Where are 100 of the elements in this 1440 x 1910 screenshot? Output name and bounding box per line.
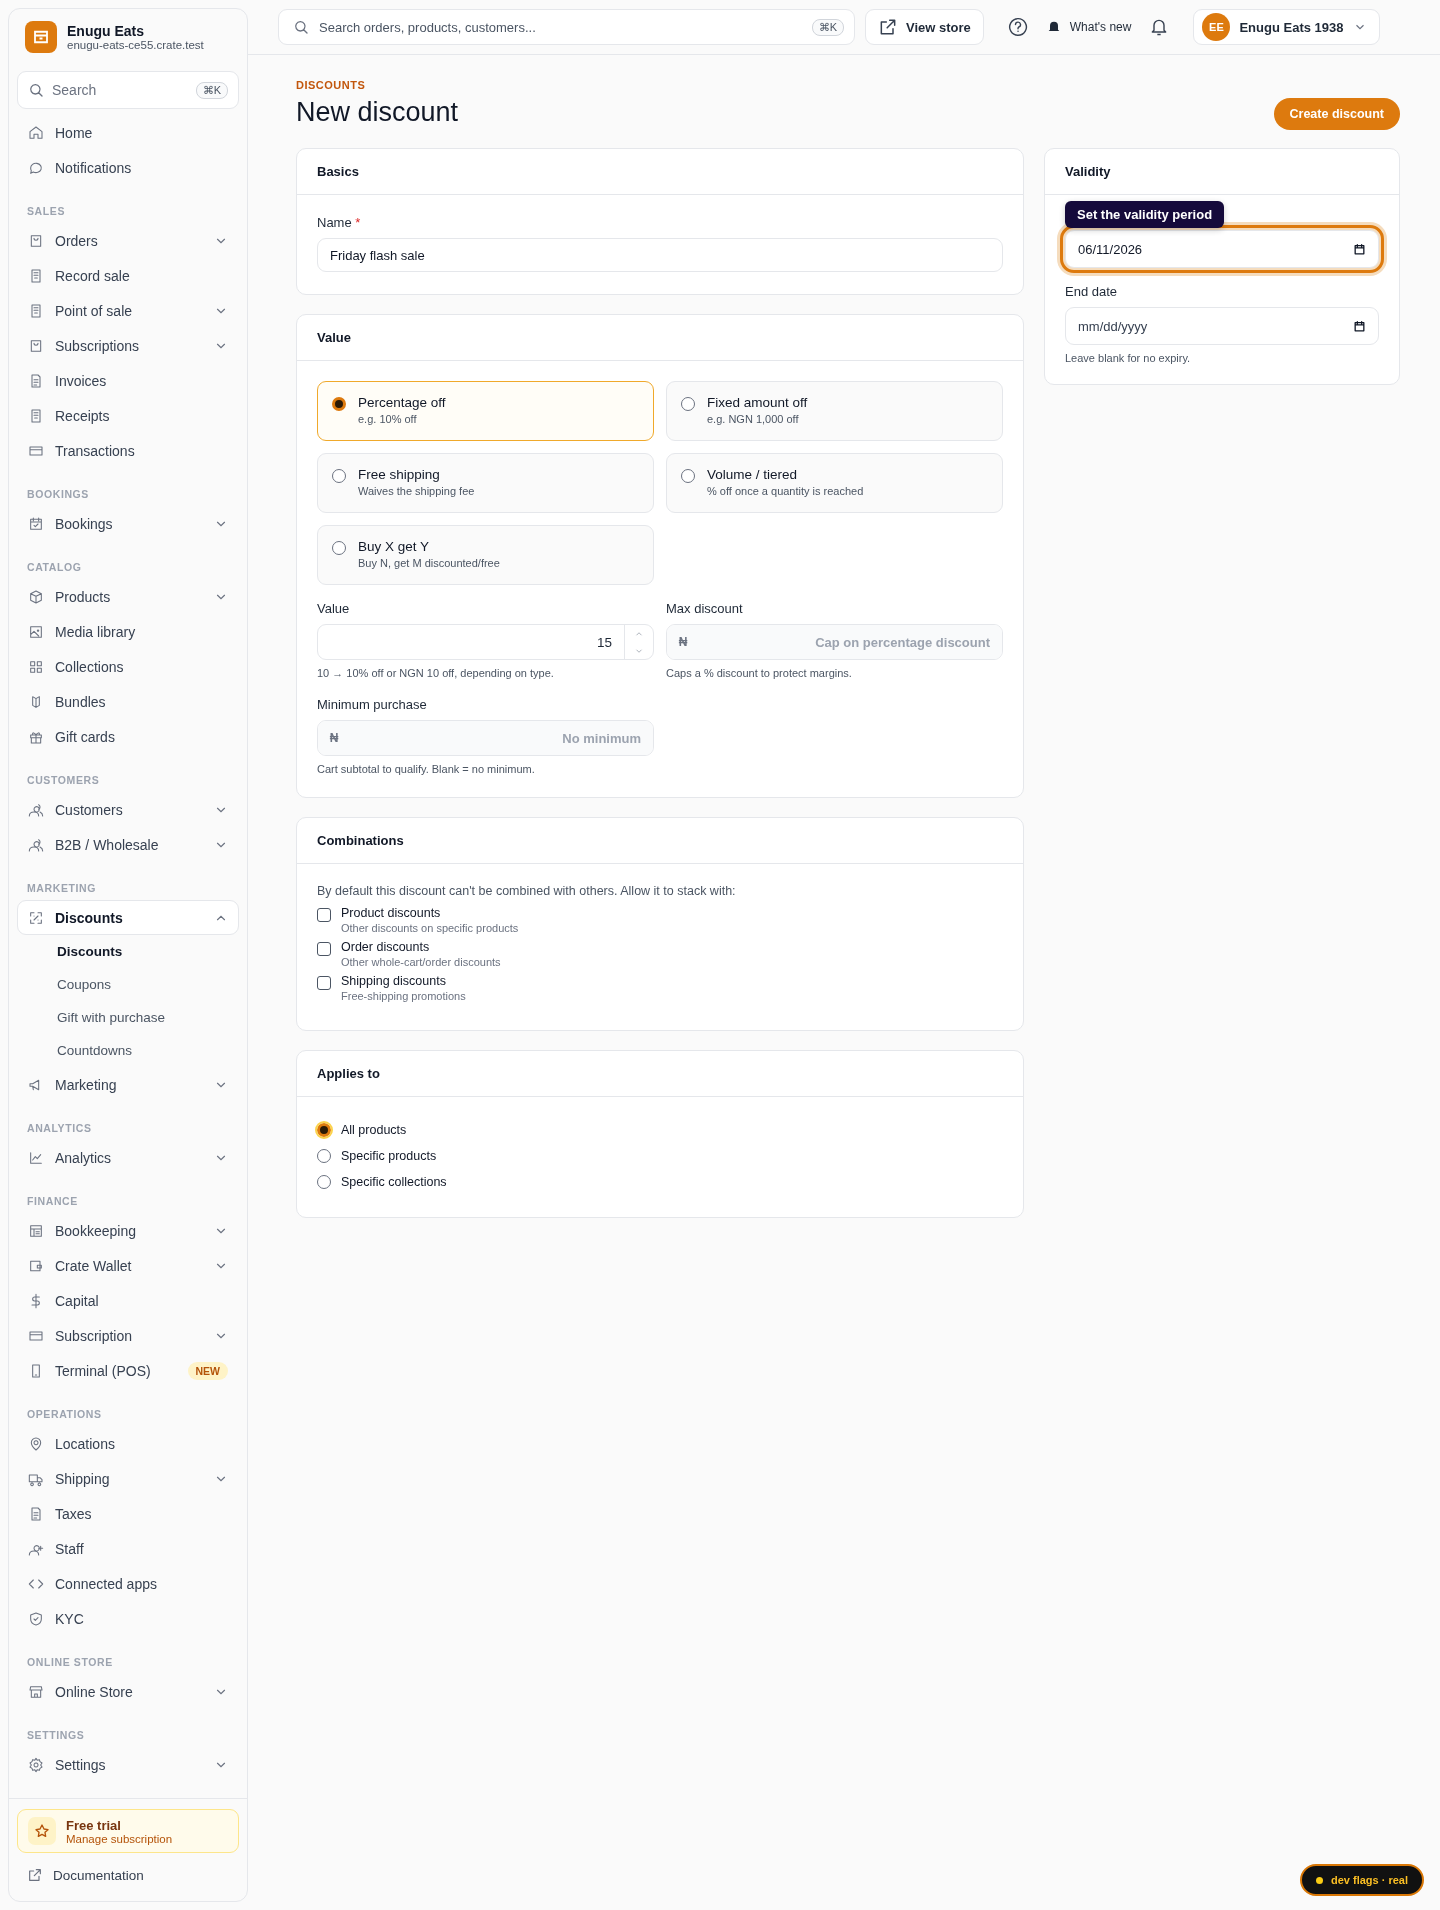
nav-item[interactable]: Taxes: [17, 1496, 239, 1531]
avatar: EE: [1202, 13, 1231, 41]
option-hint: Other whole-cart/order discounts: [341, 956, 501, 968]
option-hint: Waives the shipping fee: [358, 485, 475, 497]
checkbox[interactable]: [317, 908, 331, 922]
nav-item[interactable]: Subscriptions: [17, 328, 239, 363]
nav-item[interactable]: Bookkeeping: [17, 1213, 239, 1248]
minimum-purchase-field[interactable]: ₦ No minimum: [317, 720, 654, 756]
external-link-icon: [27, 1867, 43, 1883]
nav-item[interactable]: Analytics: [17, 1140, 239, 1175]
document-icon: [28, 372, 44, 389]
nav-item[interactable]: Products: [17, 579, 239, 614]
radio-button[interactable]: [317, 1149, 331, 1163]
nav-item[interactable]: Staff: [17, 1531, 239, 1566]
external-link-icon: [878, 17, 898, 37]
nav-item[interactable]: Notifications: [17, 150, 239, 185]
discount-type-option[interactable]: Fixed amount off e.g. NGN 1,000 off: [666, 381, 1003, 441]
discount-type-option[interactable]: Percentage off e.g. 10% off: [317, 381, 654, 441]
max-discount-field[interactable]: ₦ Cap on percentage discount: [666, 624, 1003, 660]
option-hint: Buy N, get M discounted/free: [358, 557, 500, 569]
section-heading: SALES: [26, 204, 66, 219]
view-store-button[interactable]: View store: [865, 9, 984, 45]
nav-item[interactable]: Bundles: [17, 684, 239, 719]
account-menu[interactable]: EE Enugu Eats 1938: [1193, 9, 1380, 45]
nav-item[interactable]: Marketing: [17, 1067, 239, 1102]
whats-new-button[interactable]: What's new: [1037, 9, 1140, 45]
radio-button[interactable]: [332, 541, 346, 555]
checkbox-label: Shipping discounts: [341, 974, 447, 988]
section-heading: FINANCE: [26, 1194, 79, 1209]
value-field[interactable]: 15: [317, 624, 654, 660]
nav-item[interactable]: Receipts: [17, 398, 239, 433]
pin-icon: [28, 1435, 44, 1452]
nav-item[interactable]: Media library: [17, 614, 239, 649]
bag-icon: [28, 232, 44, 249]
nav-item[interactable]: Connected apps: [17, 1566, 239, 1601]
calendar-icon: [28, 515, 44, 532]
sub-nav-item[interactable]: Countdowns: [17, 1034, 239, 1067]
radio-button[interactable]: [332, 469, 346, 483]
nav-item[interactable]: Bookings: [17, 506, 239, 541]
option-hint: % off once a quantity is reached: [707, 485, 864, 497]
nav-item[interactable]: Locations: [17, 1426, 239, 1461]
help-icon[interactable]: [1007, 17, 1028, 37]
nav-item[interactable]: Record sale: [17, 258, 239, 293]
help-text: 10 → 10% off or NGN 10 off, depending on type.: [317, 667, 555, 679]
settings-icon: [28, 1756, 44, 1773]
radio-button[interactable]: [317, 1123, 331, 1137]
nav-item[interactable]: Subscription: [17, 1318, 239, 1353]
checkbox[interactable]: [317, 942, 331, 956]
trial-title: Free trial: [66, 1817, 122, 1833]
nav-item[interactable]: Transactions: [17, 433, 239, 468]
nav-item[interactable]: Capital: [17, 1283, 239, 1318]
calendar-icon: [1353, 242, 1366, 256]
section-heading: ONLINE STORE: [26, 1655, 114, 1670]
search-field[interactable]: Search ⌘K: [17, 71, 239, 109]
nav-item[interactable]: Orders: [17, 223, 239, 258]
free-trial-card[interactable]: Free trial Manage subscription: [17, 1809, 239, 1853]
nav-item[interactable]: Terminal (POS) NEW: [17, 1353, 239, 1388]
help-text: Caps a % discount to protect margins.: [666, 667, 853, 679]
end-date-field[interactable]: mm/dd/yyyy: [1065, 307, 1379, 345]
option-hint: Free-shipping promotions: [341, 990, 466, 1002]
dev-flags-pill[interactable]: dev flags · real: [1299, 1864, 1424, 1896]
section-heading: CUSTOMERS: [26, 773, 101, 788]
search-field[interactable]: Search orders, products, customers... ⌘K: [278, 9, 855, 45]
nav-item[interactable]: Settings: [17, 1747, 239, 1782]
section-heading: OPERATIONS: [26, 1407, 103, 1422]
checkbox[interactable]: [317, 976, 331, 990]
nav-item[interactable]: Gift cards: [17, 719, 239, 754]
nav-item[interactable]: Customers: [17, 792, 239, 827]
radio-button[interactable]: [317, 1175, 331, 1189]
grid-icon: [28, 658, 44, 675]
name-field[interactable]: Friday flash sale: [317, 238, 1003, 272]
shield-icon: [28, 1610, 44, 1627]
nav-item[interactable]: Crate Wallet: [17, 1248, 239, 1283]
nav-item[interactable]: Invoices: [17, 363, 239, 398]
field-label: Value: [317, 601, 351, 616]
sub-nav-item[interactable]: Gift with purchase: [17, 1001, 239, 1034]
nav-item[interactable]: Home: [17, 115, 239, 150]
option-hint: e.g. NGN 1,000 off: [707, 413, 800, 425]
store-icon: [28, 1683, 44, 1700]
nav-item[interactable]: Point of sale: [17, 293, 239, 328]
section-heading: MARKETING: [26, 881, 97, 896]
nav-item[interactable]: KYC: [17, 1601, 239, 1636]
discount-type-option[interactable]: Buy X get Y Buy N, get M discounted/free: [317, 525, 654, 585]
discount-type-option[interactable]: Free shipping Waives the shipping fee: [317, 453, 654, 513]
documentation-link[interactable]: Documentation: [17, 1857, 239, 1893]
nav-item[interactable]: B2B / Wholesale: [17, 827, 239, 862]
sub-nav-item[interactable]: Discounts: [17, 935, 239, 968]
radio-label: Specific collections: [341, 1175, 447, 1189]
breadcrumb: DISCOUNTS: [296, 79, 367, 91]
shortcut-hint: ⌘K: [195, 81, 228, 99]
sub-nav-item[interactable]: Coupons: [17, 968, 239, 1001]
nav-item[interactable]: Shipping: [17, 1461, 239, 1496]
nav-item[interactable]: Collections: [17, 649, 239, 684]
radio-button[interactable]: [332, 397, 346, 411]
page-title: New discount: [296, 97, 459, 128]
radio-button[interactable]: [681, 397, 695, 411]
discount-type-option[interactable]: Volume / tiered % off once a quantity is reached: [666, 453, 1003, 513]
radio-button[interactable]: [681, 469, 695, 483]
nav-item[interactable]: Online Store: [17, 1674, 239, 1709]
nav-item[interactable]: Discounts: [17, 900, 239, 935]
